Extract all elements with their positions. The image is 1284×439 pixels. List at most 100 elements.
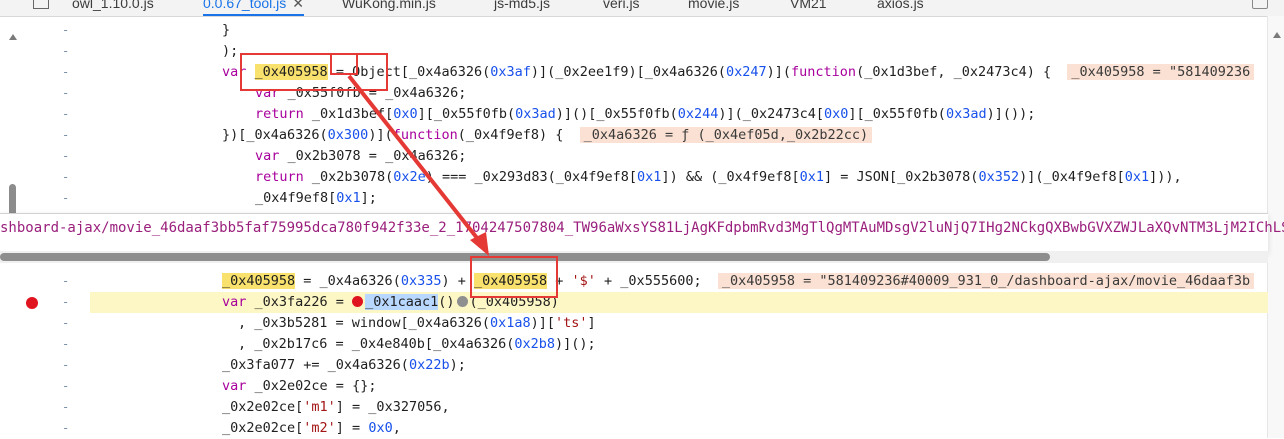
keyword: function: [392, 127, 458, 143]
keyword: var: [222, 294, 247, 310]
code-token: _0x2e02ce[: [222, 399, 304, 415]
code-line: - _0x2e02ce['m1'] = _0x327056,: [0, 397, 1268, 418]
keyword: function: [791, 64, 857, 80]
tab-vm21[interactable]: VM21: [790, 0, 827, 15]
number-token: 0x0: [368, 420, 393, 436]
code-token: )]();: [554, 336, 596, 352]
code-line: - _0x405958 = _0x4a6326(0x335) + _0x40595…: [0, 271, 1268, 292]
code-token: )](_0x2473c4[: [718, 106, 825, 122]
string-token: '$': [571, 273, 596, 289]
code-token: ] =: [335, 420, 369, 436]
code-token: _0x4f9ef8[: [255, 190, 337, 206]
line-gutter: -: [62, 337, 70, 351]
number-token: 0x1a8: [489, 315, 531, 331]
value-tooltip[interactable]: shboard-ajax/movie_46daaf3bb5faf75995dca…: [0, 213, 1284, 253]
tab-wukong[interactable]: WuKong.min.js: [342, 0, 436, 15]
number-token: 0x300: [327, 127, 369, 143]
code-text: _0x2e02ce['m1'] = _0x327056,: [222, 397, 450, 418]
code-token: )](: [368, 127, 393, 143]
code-token: (_0x4f9ef8) {: [457, 127, 564, 143]
code-token: )](_0x2ee1f9)[_0x4a6326(: [530, 64, 726, 80]
code-line: - return _0x1d3bef[0x0][_0x55f0fb(0x3ad)]…: [0, 104, 1268, 125]
panel-toggle-icon[interactable]: [1252, 0, 1268, 9]
number-token: 0x352: [978, 169, 1020, 185]
line-gutter: -: [62, 107, 70, 121]
inline-value[interactable]: _0x405958 = "581409236#40009_931_0_/dash…: [717, 273, 1255, 289]
code-token: _0x3fa226 =: [254, 294, 353, 310]
code-token: _0x2b3078 = _0x4a6326;: [287, 148, 467, 164]
code-token: ) === _0x293d83(_0x4f9ef8[: [425, 169, 638, 185]
code-token: )][: [530, 315, 555, 331]
code-line: -}: [0, 20, 1268, 41]
function-token[interactable]: _0x1caac1: [365, 294, 439, 310]
line-gutter: -: [62, 65, 70, 79]
line-gutter: -: [62, 400, 70, 414]
breakpoint-icon[interactable]: [26, 297, 38, 309]
number-token: 0x1: [336, 190, 361, 206]
close-icon[interactable]: ✕: [292, 0, 304, 11]
inline-value[interactable]: _0x4a6326 = ƒ (_0x4ef05d,_0x2b22cc): [579, 127, 873, 143]
annotation-box: [470, 256, 558, 298]
tab-movie[interactable]: movie.js: [688, 0, 739, 15]
code-line: - var _0x55f0fb = _0x4a6326;: [0, 83, 1268, 104]
code-text: }: [222, 22, 231, 38]
code-token: _0x1d3bef[: [311, 106, 394, 122]
tab-veri[interactable]: veri.js: [603, 0, 640, 15]
code-token: ][_0x55f0fb(: [848, 106, 946, 122]
line-gutter: -: [62, 295, 70, 309]
code-line: - })[_0x4a6326(0x300)](function(_0x4f9ef8…: [0, 125, 1268, 146]
string-token: 'm2': [303, 420, 336, 436]
line-gutter: -: [62, 358, 70, 372]
number-token: 0x2e: [393, 169, 426, 185]
code-token: , _0x3b5281 = window[_0x4a6326(: [238, 315, 490, 331]
line-gutter: -: [62, 316, 70, 330]
tab-owl[interactable]: owl_1.10.0.js: [72, 0, 154, 15]
file-icon: [33, 0, 49, 9]
inline-value[interactable]: _0x405958 = "581409236: [1067, 64, 1255, 80]
tab-tool[interactable]: 0.0.67_tool.js ✕: [203, 0, 305, 16]
line-gutter: -: [62, 149, 70, 163]
number-token: 0x1: [799, 169, 824, 185]
code-text: );: [222, 43, 239, 59]
keyword: return: [255, 169, 304, 185]
code-token: _0x3fa077 += _0x4a6326(: [222, 357, 409, 373]
code-line: -);: [0, 41, 1268, 62]
code-token: _0x2e02ce = {};: [254, 378, 377, 394]
number-token: 0x22b: [408, 357, 450, 373]
editor-tab-strip: owl_1.10.0.js 0.0.67_tool.js ✕ WuKong.min…: [0, 0, 1284, 17]
code-token: + _0x555600;: [595, 273, 702, 289]
line-gutter: -: [62, 274, 70, 288]
line-gutter: -: [62, 128, 70, 142]
variable-token[interactable]: _0x405958: [222, 273, 296, 289]
code-token: ];: [360, 190, 377, 206]
line-gutter: -: [62, 379, 70, 393]
code-token: ]) && (_0x4f9ef8[: [661, 169, 800, 185]
code-token: ]: [587, 315, 596, 331]
tab-js-md5[interactable]: js-md5.js: [494, 0, 550, 15]
code-token: ])),: [1149, 169, 1182, 185]
keyword: var: [255, 148, 280, 164]
code-text: return _0x1d3bef[0x0][_0x55f0fb(0x3ad)](…: [255, 104, 1035, 125]
code-line: - var _0x2e02ce = {};: [0, 376, 1268, 397]
line-gutter: -: [62, 86, 70, 100]
number-token: 0x3ad: [515, 106, 556, 122]
tab-axios[interactable]: axios.js: [877, 0, 924, 15]
code-text: var _0x2e02ce = {};: [222, 376, 376, 397]
tooltip-horizontal-scrollbar[interactable]: [0, 251, 1268, 263]
inline-breakpoint-disabled-icon[interactable]: [456, 296, 468, 307]
code-line: - var _0x405958 = Object[_0x4a6326(0x3af)…: [0, 62, 1268, 83]
code-text: return _0x2b3078(0x2e) === _0x293d83(_0x…: [255, 167, 1182, 188]
code-token: );: [449, 357, 466, 373]
scroll-up-arrow-icon[interactable]: [1273, 32, 1281, 38]
tab-tool-label: 0.0.67_tool.js: [203, 0, 287, 11]
code-line: - , _0x3b5281 = window[_0x4a6326(0x1a8)][…: [0, 313, 1268, 334]
tooltip-value: shboard-ajax/movie_46daaf3bb5faf75995dca…: [0, 220, 1284, 236]
line-gutter: -: [62, 170, 70, 184]
annotation-box: [330, 53, 358, 75]
number-token: 0x244: [677, 106, 719, 122]
number-token: 0x0: [824, 106, 849, 122]
code-token: })[_0x4a6326(: [222, 127, 328, 143]
string-token: 'm1': [303, 399, 336, 415]
code-token: ] = _0x327056,: [335, 399, 450, 415]
inline-breakpoint-icon[interactable]: [352, 296, 364, 307]
